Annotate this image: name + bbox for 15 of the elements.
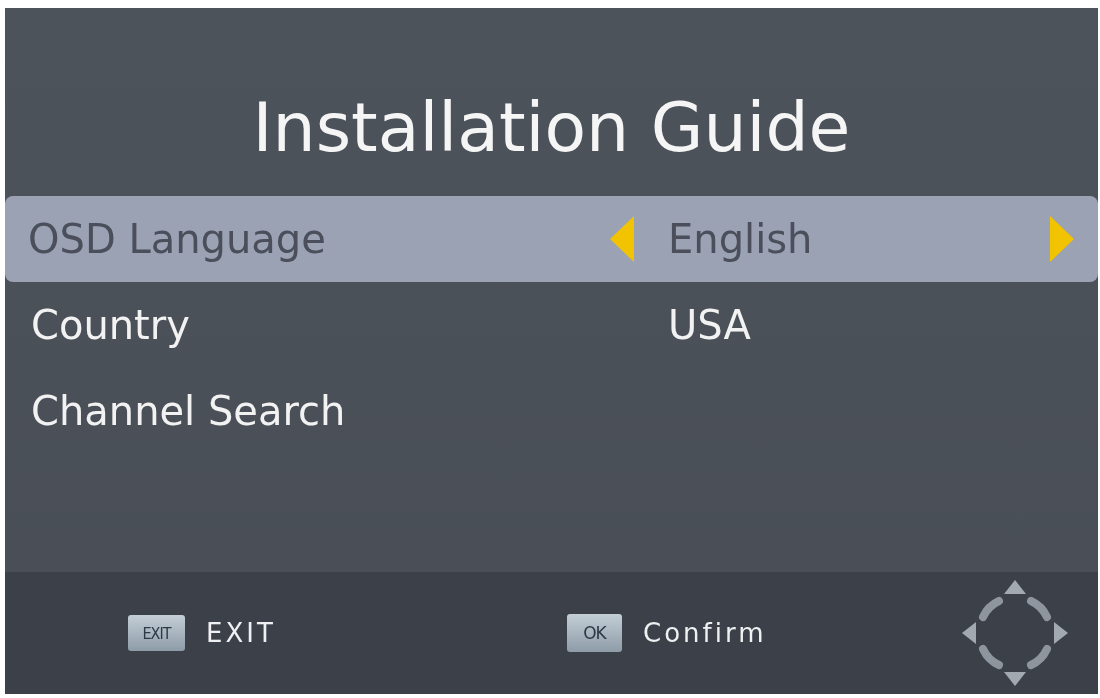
menu-item-label: OSD Language	[28, 215, 326, 263]
remote-key: EXIT	[128, 615, 185, 651]
direction-pad-icon	[960, 578, 1070, 688]
left-triangle-icon[interactable]	[610, 216, 634, 262]
menu-item[interactable]: Channel Search	[5, 368, 1098, 454]
menu-item[interactable]: Country USA	[5, 282, 1098, 368]
menu-item-value: USA	[668, 301, 751, 349]
hint-label: EXIT	[206, 618, 276, 648]
menu-item-value: English	[668, 215, 813, 263]
menu-item-label: Channel Search	[30, 387, 346, 435]
screen-title: Installation Guide	[252, 94, 851, 162]
hint-label: Confirm	[643, 618, 767, 648]
remote-key: OK	[567, 614, 622, 652]
menu-item-label: Country	[30, 301, 190, 349]
right-triangle-icon[interactable]	[1050, 216, 1074, 262]
